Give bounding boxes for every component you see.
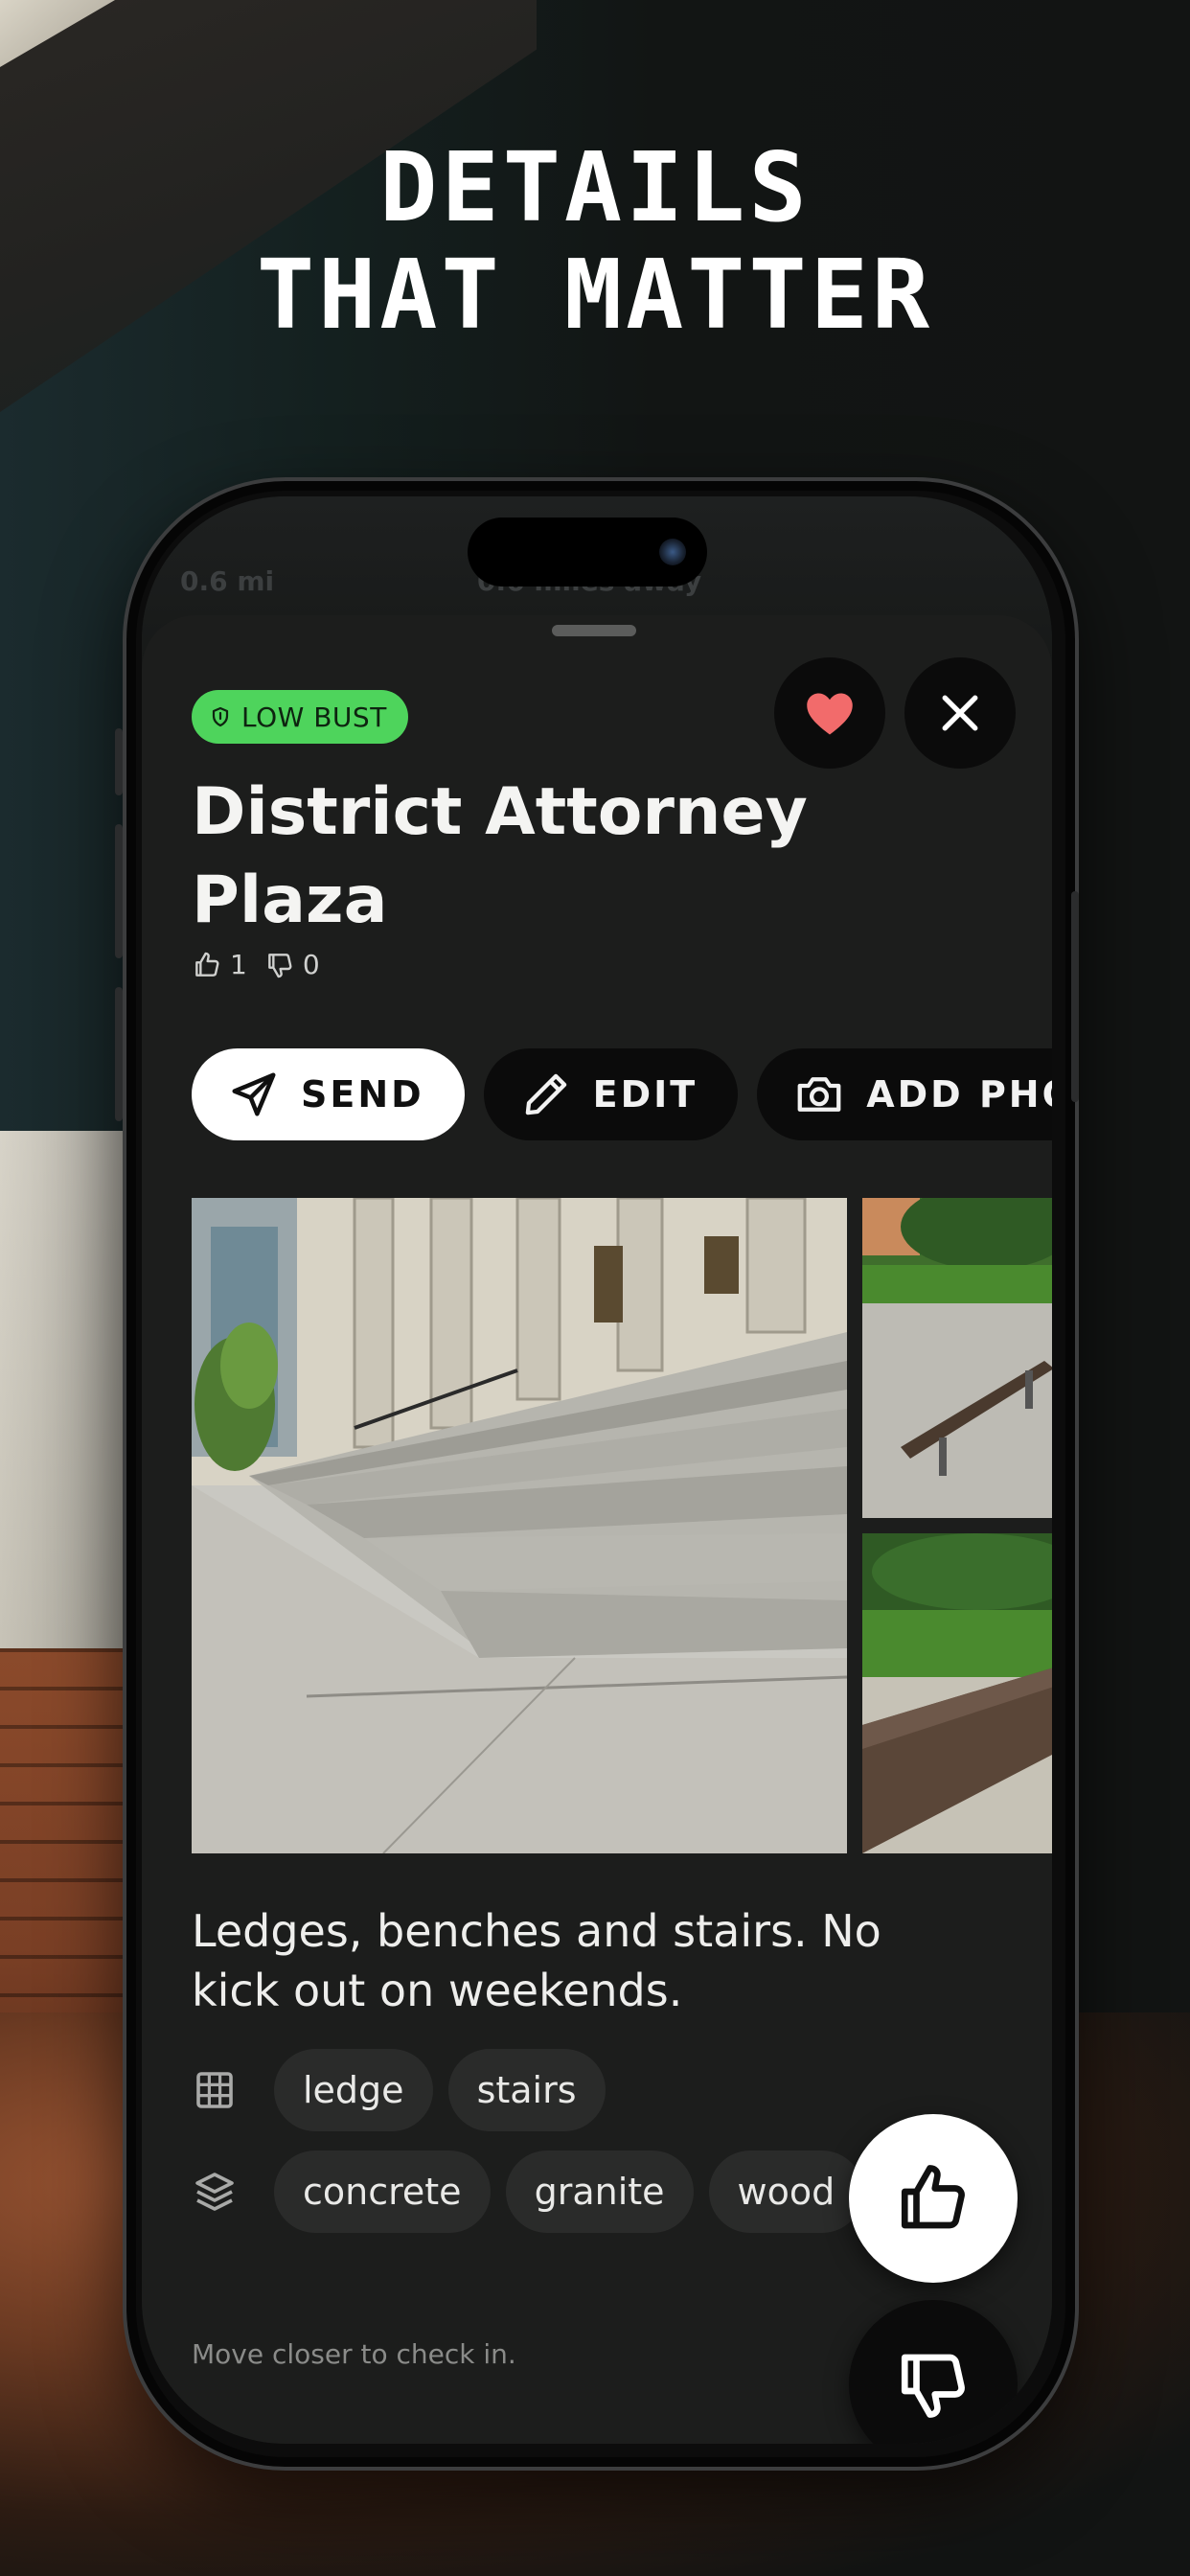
phone-volume-up [115,824,123,958]
upvote-count: 1 [192,949,247,980]
bust-level-label: LOW BUST [241,701,387,733]
map-distance-label: 0.6 mi [180,565,275,597]
action-buttons-row: SEND EDIT ADD PHOTO [192,1048,1052,1140]
phone-power-button [1071,891,1079,1102]
phone-screen: 0.6 mi 0.6 miles away LOW BUST District … [142,496,1052,2444]
thumbs-down-button[interactable] [849,2300,1018,2444]
grid-icon [196,2072,233,2108]
spot-detail-sheet: LOW BUST District Attorney Plaza 1 0 SEN… [142,615,1052,2444]
send-button[interactable]: SEND [192,1048,465,1140]
layers-icon [195,2173,234,2211]
heart-icon [807,693,853,735]
photo-stairs[interactable] [192,1198,847,1853]
tag-wood[interactable]: wood [708,2150,864,2233]
shield-icon [212,706,229,727]
spot-title-line-1: District Attorney [192,774,808,850]
spot-title: District Attorney Plaza [192,769,977,945]
phone-action-button [115,728,123,795]
photo-bench[interactable] [862,1198,1052,1518]
thumbs-down-icon [901,2354,965,2418]
tag-stairs[interactable]: stairs [447,2049,606,2131]
tag-ledge[interactable]: ledge [274,2049,433,2131]
thumbs-up-button[interactable] [849,2114,1018,2283]
tag-concrete[interactable]: concrete [274,2150,491,2233]
headline: DETAILS THAT MATTER [0,134,1190,349]
check-in-hint: Move closer to check in. [192,2338,516,2370]
close-button[interactable] [904,657,1016,769]
front-camera [659,539,686,565]
spot-description: Ledges, benches and stairs. No kick out … [192,1905,881,2016]
sheet-grabber[interactable] [552,625,636,636]
close-icon [942,695,978,731]
downvote-count: 0 [264,949,320,980]
thumbs-down-outline-icon [267,953,292,978]
favorite-button[interactable] [774,657,885,769]
thumbs-up-outline-icon [195,952,219,977]
send-icon [232,1072,276,1116]
send-label: SEND [301,1073,424,1116]
bust-level-badge: LOW BUST [192,690,408,744]
material-tags-row: concrete granite wood [192,2150,864,2233]
camera-icon [797,1077,841,1112]
edit-label: EDIT [592,1073,698,1116]
photo-ledge[interactable] [862,1533,1052,1853]
vote-counts: 1 0 [192,949,320,980]
photo-gallery [192,1198,1052,1853]
add-photo-button[interactable]: ADD PHOTO [757,1048,1052,1140]
obstacle-tags-row: ledge stairs [192,2049,606,2131]
downvote-count-value: 0 [302,949,320,980]
upvote-count-value: 1 [230,949,247,980]
thumbs-up-icon [901,2165,965,2229]
add-photo-label: ADD PHOTO [866,1073,1052,1116]
pencil-icon [525,1073,566,1116]
headline-line-2: THAT MATTER [256,239,934,351]
phone-volume-down [115,987,123,1121]
headline-line-1: DETAILS [379,131,811,243]
spot-title-line-2: Plaza [192,862,388,938]
edit-button[interactable]: EDIT [483,1048,739,1140]
tag-granite[interactable]: granite [505,2150,694,2233]
